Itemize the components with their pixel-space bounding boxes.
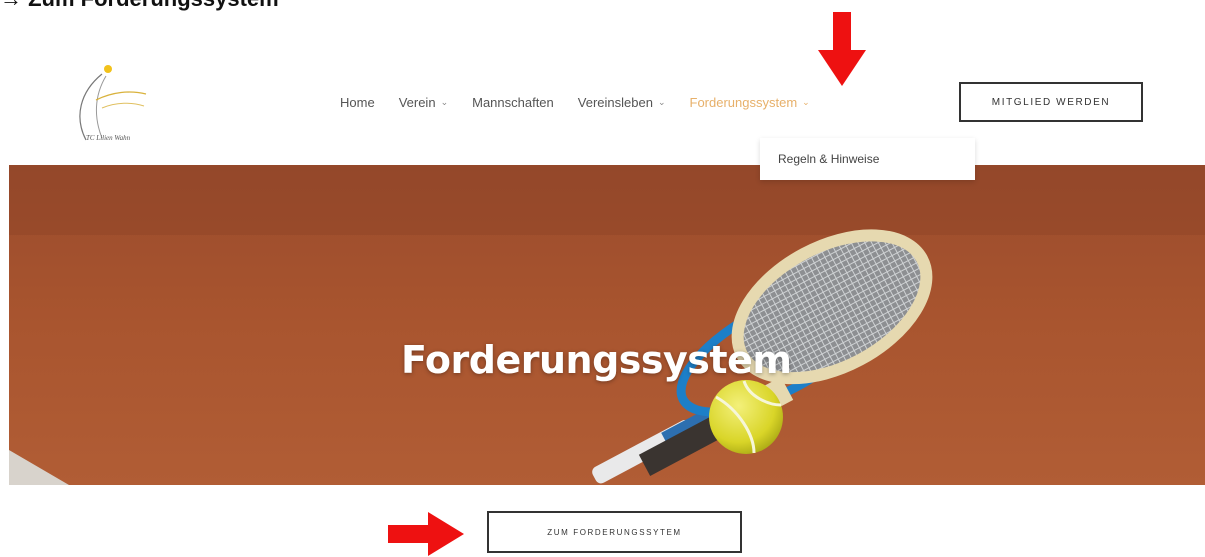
logo-text: TC Lilien Wahn: [86, 134, 131, 142]
nav-item-home[interactable]: Home: [340, 95, 375, 110]
document-heading: → Zum Forderungssystem: [0, 0, 279, 12]
hero-title: Forderungssystem: [401, 338, 792, 382]
hero-image: [9, 165, 1205, 485]
hero-banner: [9, 165, 1205, 485]
nav-label: Forderungssystem: [689, 94, 798, 110]
nav-label: Home: [340, 94, 375, 110]
nav-item-vereinsleben[interactable]: Vereinsleben ⌄: [578, 95, 666, 110]
main-navigation: Home Verein ⌄ Mannschaften Vereinsleben …: [340, 92, 810, 112]
club-logo[interactable]: TC Lilien Wahn: [72, 62, 152, 152]
nav-item-forderungssystem[interactable]: Forderungssystem ⌄: [690, 95, 810, 110]
nav-item-mannschaften[interactable]: Mannschaften: [472, 95, 554, 110]
nav-item-verein[interactable]: Verein ⌄: [399, 95, 448, 110]
chevron-down-icon: ⌄: [440, 96, 449, 107]
nav-label: Mannschaften: [472, 94, 554, 110]
arrow-down-icon: [818, 12, 866, 86]
forderungssystem-dropdown: Regeln & Hinweise: [760, 138, 975, 180]
nav-label: Verein: [398, 94, 436, 110]
mitglied-werden-button[interactable]: MITGLIED WERDEN: [959, 82, 1143, 122]
arrow-right-icon: [388, 512, 464, 556]
nav-label: Vereinsleben: [577, 94, 653, 110]
chevron-down-icon: ⌄: [802, 96, 810, 107]
zum-forderungssystem-button[interactable]: ZUM FORDERUNGSSYTEM: [487, 511, 742, 553]
chevron-down-icon: ⌄: [657, 96, 666, 107]
dropdown-item-regeln[interactable]: Regeln & Hinweise: [760, 152, 879, 166]
